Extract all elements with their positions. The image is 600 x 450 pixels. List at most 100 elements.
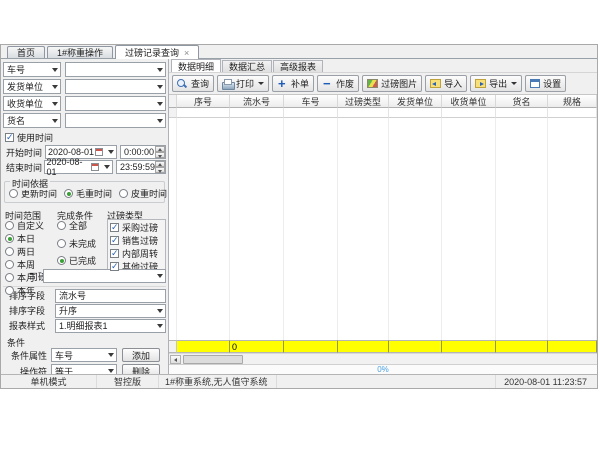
sort-field-row: 排序字段 流水号 [3,289,166,302]
goods-value-combo[interactable] [65,113,166,128]
chevron-down-icon [104,165,110,169]
tab-weigh-operate[interactable]: 1#称重操作 [47,46,113,58]
print-button[interactable]: 打印 [217,75,269,92]
start-time-spinner[interactable]: 0:00:00 [120,145,166,159]
horizontal-scrollbar[interactable] [169,353,597,364]
col-header-receiver[interactable]: 收货单位 [442,95,496,108]
col-header-weigh-type[interactable]: 过磅类型 [338,95,389,108]
checkbox-sale-weigh[interactable]: 销售过磅 [110,234,163,247]
tab-advanced-report[interactable]: 高级报表 [273,60,323,72]
weigh-type-title: 过磅类型 [107,209,166,219]
condition-op-label: 操作符 [3,365,51,375]
tab-data-detail[interactable]: 数据明细 [171,59,221,72]
minus-icon [322,79,333,89]
scrollbar-thumb[interactable] [183,355,243,364]
weigher-combo[interactable] [43,269,166,283]
chevron-down-icon [157,102,163,106]
weigh-photo-button[interactable]: 过磅图片 [362,75,422,92]
supplement-order-button[interactable]: 补单 [272,75,314,92]
use-time-label: 使用时间 [17,131,53,144]
col-header-goods[interactable]: 货名 [496,95,548,108]
radio-custom[interactable]: 自定义 [5,219,57,232]
import-icon [430,79,441,88]
export-button[interactable]: 导出 [470,75,522,92]
add-condition-button[interactable]: 添加 [122,348,160,362]
col-header-shipper[interactable]: 发货单位 [389,95,442,108]
vehicle-value-combo[interactable] [65,62,166,77]
shipper-value-combo[interactable] [65,79,166,94]
table-body-empty[interactable] [169,118,597,340]
tab-record-query[interactable]: 过磅记录查询 × [115,45,199,59]
progress-bar: 0% [169,364,597,374]
report-style-combo[interactable]: 1.明细报表1 [55,319,166,333]
status-bar: 单机模式 智控版 1#称重系统,无人值守系统 2020-08-01 11:23:… [1,374,597,388]
filter-cell[interactable] [177,108,230,118]
report-style-row: 报表样式 1.明细报表1 [3,319,166,332]
filter-cell[interactable] [442,108,496,118]
divider [3,286,166,287]
radio-tare-time[interactable]: 皮重时间 [119,187,167,200]
tab-label: 首页 [17,46,35,59]
receiver-field-combo[interactable]: 收货单位 [3,96,61,111]
end-time-spinner[interactable]: 23:59:59 [116,160,166,174]
weigh-type-column: 过磅类型 采购过磅 销售过磅 内部周转 其他过磅 [107,209,166,267]
use-time-checkbox[interactable] [5,133,14,142]
close-icon[interactable]: × [184,49,189,57]
filter-cell[interactable] [284,108,338,118]
chevron-down-icon [108,353,114,357]
query-button[interactable]: 查询 [172,75,214,92]
shipper-field-combo[interactable]: 发货单位 [3,79,61,94]
col-header-spec[interactable]: 规格 [548,95,597,108]
col-header-vehicle[interactable]: 车号 [284,95,338,108]
delete-condition-button[interactable]: 删除 [122,364,160,374]
tab-home[interactable]: 首页 [7,46,45,58]
spinner-icon[interactable] [155,161,165,173]
vehicle-field-combo[interactable]: 车号 [3,62,61,77]
time-basis-group: 时间依据 更新时间 毛重时间 皮重时间 [4,181,165,203]
condition-attr-combo[interactable]: 车号 [51,348,117,362]
radio-incomplete[interactable]: 未完成 [57,237,107,250]
sort-order-combo[interactable]: 升序 [55,304,166,318]
calendar-icon [91,163,99,171]
filter-row-vehicle: 车号 [3,62,166,77]
radio-two-days[interactable]: 两日 [5,245,57,258]
radio-today[interactable]: 本日 [5,232,57,245]
filter-cell[interactable] [230,108,284,118]
filter-row-goods: 货名 [3,113,166,128]
weighing-app-window: 首页 1#称重操作 过磅记录查询 × 车号 [0,44,598,389]
use-time-row: 使用时间 [5,131,166,143]
spinner-icon[interactable] [155,146,165,158]
void-button[interactable]: 作废 [317,75,359,92]
receiver-value-combo[interactable] [65,96,166,111]
goods-field-combo[interactable]: 货名 [3,113,61,128]
import-button[interactable]: 导入 [425,75,467,92]
checkbox-purchase-weigh[interactable]: 采购过磅 [110,221,163,234]
filter-cell[interactable] [496,108,548,118]
tab-data-summary[interactable]: 数据汇总 [222,60,272,72]
status-mode: 单机模式 [1,375,97,388]
filter-panel: 车号 发货单位 [1,59,169,374]
filter-cell[interactable] [338,108,389,118]
chevron-down-icon [157,68,163,72]
settings-button[interactable]: 设置 [525,75,566,92]
filter-cell[interactable] [548,108,597,118]
checkbox-internal-transfer[interactable]: 内部周转 [110,247,163,260]
calendar-icon [95,148,103,156]
condition-op-combo[interactable]: 等于 [51,364,117,374]
col-header-seq[interactable]: 序号 [177,95,230,108]
data-panel: 数据明细 数据汇总 高级报表 查询 打 [169,59,597,374]
radio-completed[interactable]: 已完成 [57,254,107,267]
col-header-serial[interactable]: 流水号 [230,95,284,108]
filter-row-shipper: 发货单位 [3,79,166,94]
radio-gross-time[interactable]: 毛重时间 [64,187,112,200]
sort-order-row: 排序字段 升序 [3,304,166,317]
filter-row-receiver: 收货单位 [3,96,166,111]
scroll-left-icon[interactable] [170,355,181,364]
weigh-type-box: 采购过磅 销售过磅 内部周转 其他过磅 [107,219,166,275]
sort-field-input[interactable]: 流水号 [55,289,166,303]
end-date-picker[interactable]: 2020-08-01 [44,160,113,174]
radio-all[interactable]: 全部 [57,219,107,232]
filter-cell[interactable] [389,108,442,118]
chevron-down-icon [108,369,114,373]
status-edition: 智控版 [97,375,159,388]
